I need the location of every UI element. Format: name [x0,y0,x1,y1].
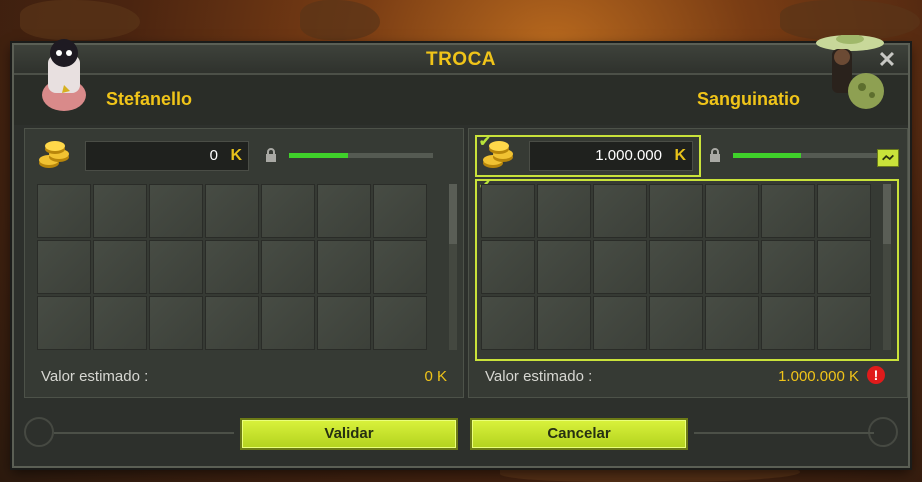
scrollbar-right[interactable] [883,184,891,350]
item-grid-right [481,184,889,354]
item-slot[interactable] [37,240,91,294]
corner-ornament [24,417,54,447]
item-slot[interactable] [593,296,647,350]
validate-button[interactable]: Validar [240,418,458,450]
item-slot[interactable] [761,296,815,350]
alert-icon: ! [867,366,885,384]
item-slot[interactable] [261,296,315,350]
item-slot[interactable] [149,240,203,294]
item-slot[interactable] [817,184,871,238]
item-grid-left [37,184,445,354]
item-slot[interactable] [317,240,371,294]
item-slot[interactable] [317,184,371,238]
item-slot[interactable] [649,240,703,294]
player-name-right: Sanguinatio [697,89,800,109]
estimated-value-right: 1.000.000 K [778,368,859,385]
item-slot[interactable] [593,240,647,294]
estimated-value-left: 0 K [424,368,447,385]
progress-bar-left [289,153,433,158]
item-slot[interactable] [649,184,703,238]
item-slot[interactable] [537,296,591,350]
item-slot[interactable] [37,184,91,238]
item-slot[interactable] [205,296,259,350]
estimated-value-label-left: Valor estimado : [41,368,149,385]
item-slot[interactable] [705,184,759,238]
estimated-value-label-right: Valor estimado : [485,368,593,385]
item-slot[interactable] [817,296,871,350]
lock-icon [710,148,720,162]
title-bar: TROCA ✕ [14,45,908,75]
coins-icon [39,141,69,168]
expand-toggle-icon[interactable] [877,149,899,167]
kamas-row-left: 0 K [25,129,463,179]
kamas-input-left[interactable]: 0 K [85,141,249,171]
item-slot[interactable] [537,240,591,294]
item-slot[interactable] [705,296,759,350]
kamas-currency-icon: K [674,147,686,164]
item-slot[interactable] [37,296,91,350]
item-slot[interactable] [481,296,535,350]
item-slot[interactable] [93,240,147,294]
trade-panel-right: ✔ 1.000.000 K Valor estimado: 1.000.000… [468,128,908,398]
item-slot[interactable] [761,240,815,294]
coins-icon [483,141,513,168]
item-slot[interactable] [817,240,871,294]
kamas-input-right[interactable]: 1.000.000 K [529,141,693,171]
player-name-left: Stefanello [106,89,193,109]
divider [694,432,874,434]
item-slot[interactable] [261,184,315,238]
item-slot[interactable] [373,184,427,238]
item-slot[interactable] [481,184,535,238]
lock-icon [266,148,276,162]
estimated-value-row-right: Valor estimado : 1.000.000 K ! [469,365,907,389]
trade-panel-left: 0 K Valor estimado : 0 K [24,128,464,398]
corner-ornament [868,417,898,447]
item-slot[interactable] [149,296,203,350]
cancel-button[interactable]: Cancelar [470,418,688,450]
progress-fill-left [289,153,349,158]
trade-window: TROCA ✕ Stefanello Sanguinatio 0 K Valor… [12,35,910,468]
progress-bar-right [733,153,877,158]
kamas-value-left: 0 [209,147,218,164]
window-title: TROCA [425,49,497,70]
kamas-value-right: 1.000.000 [595,147,662,164]
item-slot[interactable] [205,184,259,238]
player-avatar-left [42,39,86,111]
item-slot[interactable] [373,240,427,294]
item-slot[interactable] [373,296,427,350]
item-slot[interactable] [149,184,203,238]
item-slot[interactable] [317,296,371,350]
item-slot[interactable] [93,184,147,238]
item-slot[interactable] [705,240,759,294]
player-header: Stefanello Sanguinatio [14,35,908,125]
scrollbar-left[interactable] [449,184,457,350]
kamas-row-right: 1.000.000 K [469,129,907,179]
progress-fill-right [733,153,801,158]
item-slot[interactable] [205,240,259,294]
estimated-value-row-left: Valor estimado : 0 K [25,365,463,389]
item-slot[interactable] [761,184,815,238]
item-slot[interactable] [261,240,315,294]
item-slot[interactable] [593,184,647,238]
item-slot[interactable] [93,296,147,350]
player-avatar-right [816,35,884,109]
kamas-currency-icon: K [230,147,242,164]
item-slot[interactable] [649,296,703,350]
divider [54,432,234,434]
item-slot[interactable] [537,184,591,238]
item-slot[interactable] [481,240,535,294]
